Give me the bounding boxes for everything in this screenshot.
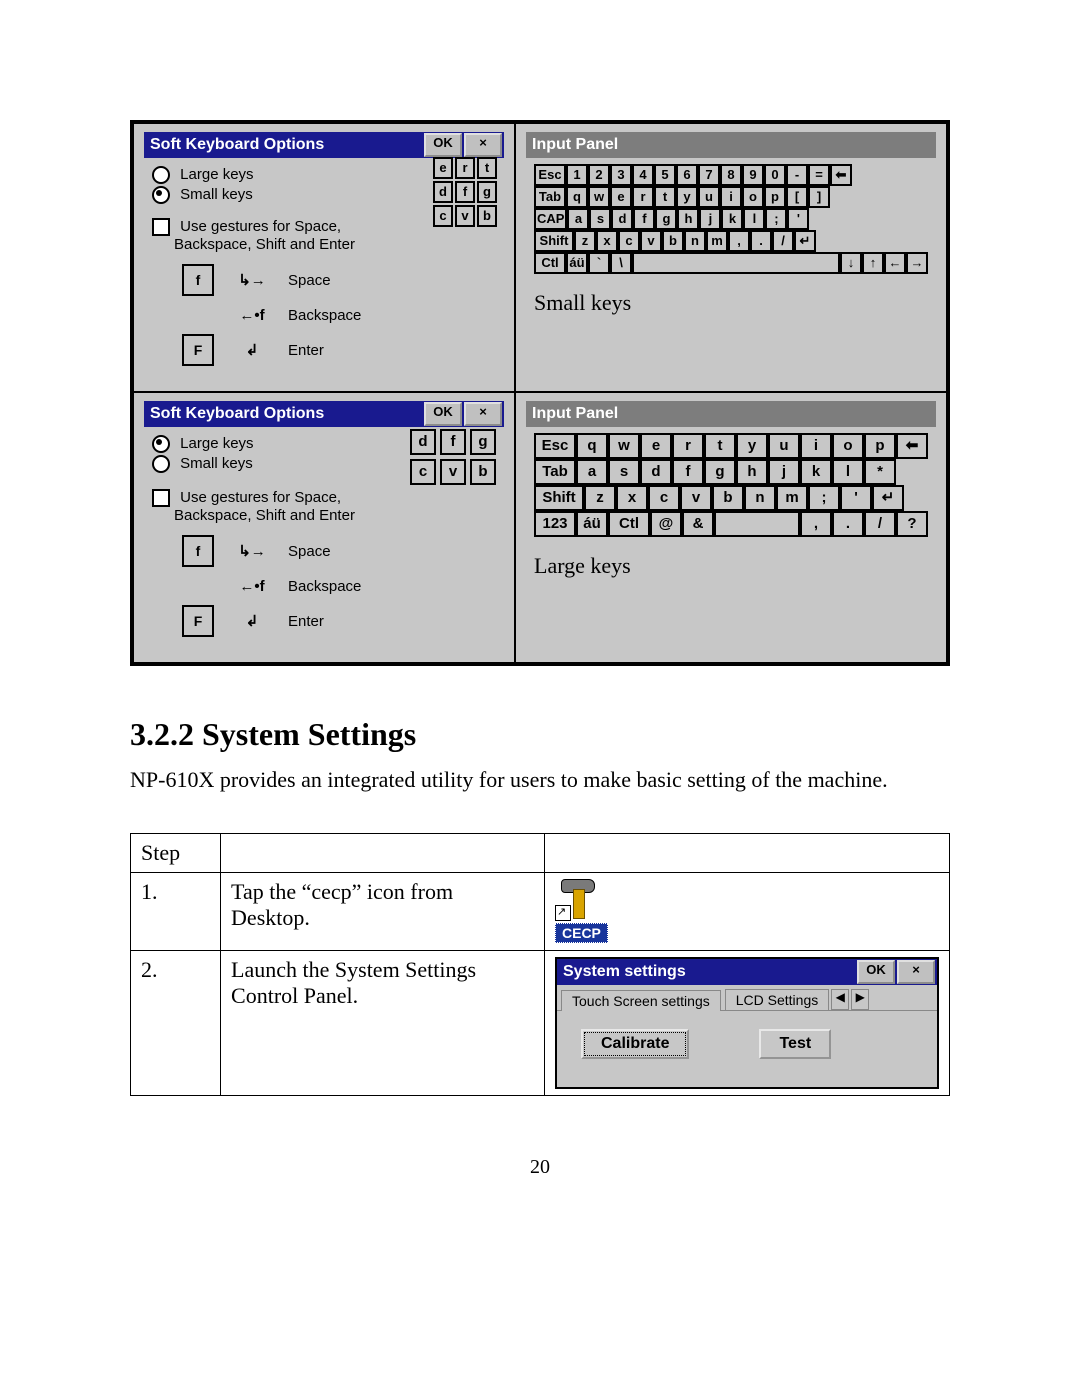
tab-strip: Touch Screen settings LCD Settings ◀ ▶ (557, 985, 937, 1011)
radio-label: Small keys (180, 186, 253, 203)
close-button[interactable]: × (464, 133, 502, 157)
system-settings-window: System settings OK × Touch Screen settin… (555, 957, 939, 1089)
enter-key[interactable]: ↵ (872, 485, 904, 511)
titlebar: System settings OK × (557, 959, 937, 985)
ok-button[interactable]: OK (424, 133, 462, 157)
checkbox-gestures[interactable]: Use gestures for Space, Backspace, Shift… (152, 489, 496, 524)
titlebar: Soft Keyboard Options OK × (144, 132, 504, 158)
gesture-label: Enter (288, 342, 324, 359)
caption-large-keys: Large keys (534, 553, 928, 579)
close-button[interactable]: × (464, 402, 502, 426)
checkbox-icon (152, 489, 170, 507)
gesture-box-f: f (182, 264, 214, 296)
checkbox-label-2: Backspace, Shift and Enter (174, 507, 355, 524)
caption-small-keys: Small keys (534, 290, 928, 316)
col-step: Step (131, 834, 221, 873)
ok-button[interactable]: OK (857, 960, 895, 984)
onscreen-keyboard-small[interactable]: Esc1234567890-=⬅ Tabqwertyuiop[] CAPasdf… (534, 164, 928, 274)
backspace-key[interactable]: ⬅ (896, 433, 928, 459)
gesture-space: f ↳→ Space (182, 535, 496, 567)
backspace-key[interactable]: ⬅ (830, 164, 852, 186)
key[interactable]: Esc (534, 164, 566, 186)
titlebar: Input Panel (526, 132, 936, 158)
gesture-arrow-icon: ↲ (232, 612, 272, 630)
tab-touch-screen[interactable]: Touch Screen settings (561, 990, 721, 1011)
input-panel-large: Input Panel Escqwertyuiop⬅ Tabasdfghjkl*… (515, 392, 947, 663)
radio-icon (152, 166, 170, 184)
gesture-box-F: F (182, 334, 214, 366)
shortcut-overlay-icon (555, 905, 571, 921)
soft-kbd-options-small: Soft Keyboard Options OK × Large keys Sm… (133, 123, 515, 392)
enter-key[interactable]: ↵ (794, 230, 816, 252)
titlebar: Input Panel (526, 401, 936, 427)
gesture-arrow-icon: ↲ (232, 341, 272, 359)
titlebar: Soft Keyboard Options OK × (144, 401, 504, 427)
close-button[interactable]: × (897, 960, 935, 984)
radio-icon (152, 455, 170, 473)
radio-icon (152, 435, 170, 453)
radio-label: Large keys (180, 166, 253, 183)
gesture-label: Space (288, 272, 331, 289)
step-number: 1. (131, 873, 221, 951)
checkbox-label: Use gestures for Space, (180, 489, 341, 506)
window-title: Input Panel (532, 405, 618, 423)
gesture-shift: F ↲ Enter (182, 334, 496, 366)
space-key[interactable] (632, 252, 840, 274)
gesture-arrow-icon: ←•f (232, 307, 272, 324)
gesture-backspace: ←•f Backspace (182, 299, 496, 331)
cecp-desktop-icon[interactable]: CECP (555, 879, 608, 943)
keyboard-figure: Soft Keyboard Options OK × Large keys Sm… (130, 120, 950, 666)
step-desc: Launch the System Settings Control Panel… (221, 951, 545, 1096)
window-title: Input Panel (532, 136, 618, 154)
section-paragraph: NP-610X provides an integrated utility f… (130, 767, 950, 793)
step-number: 2. (131, 951, 221, 1096)
checkbox-label-2: Backspace, Shift and Enter (174, 236, 355, 253)
radio-icon (152, 186, 170, 204)
table-row: 1. Tap the “cecp” icon from Desktop. CEC… (131, 873, 950, 951)
ok-button[interactable]: OK (424, 402, 462, 426)
hammer-icon (555, 879, 597, 921)
radio-label: Large keys (180, 435, 253, 452)
gesture-label: Backspace (288, 307, 361, 324)
steps-table: Step 1. Tap the “cecp” icon from Desktop… (130, 833, 950, 1096)
gesture-arrow-icon: ←•f (232, 578, 272, 595)
gesture-arrow-icon: ↳→ (232, 542, 272, 560)
window-title: Soft Keyboard Options (150, 136, 324, 154)
checkbox-icon (152, 218, 170, 236)
test-button[interactable]: Test (759, 1029, 831, 1059)
onscreen-keyboard-large[interactable]: Escqwertyuiop⬅ Tabasdfghjkl* Shiftzxcvbn… (534, 433, 928, 537)
gesture-shift: F ↲ Enter (182, 605, 496, 637)
step-desc: Tap the “cecp” icon from Desktop. (221, 873, 545, 951)
table-row: 2. Launch the System Settings Control Pa… (131, 951, 950, 1096)
gesture-backspace: ←•f Backspace (182, 570, 496, 602)
calibrate-button[interactable]: Calibrate (581, 1029, 689, 1059)
gesture-arrow-icon: ↳→ (232, 271, 272, 289)
window-title: Soft Keyboard Options (150, 405, 324, 423)
sample-key: e (433, 157, 453, 179)
tab-lcd-settings[interactable]: LCD Settings (725, 989, 829, 1010)
section-heading: 3.2.2 System Settings (130, 716, 950, 753)
soft-kbd-options-large: Soft Keyboard Options OK × Large keys Sm… (133, 392, 515, 663)
checkbox-label: Use gestures for Space, (180, 218, 341, 235)
radio-label: Small keys (180, 455, 253, 472)
table-header-row: Step (131, 834, 950, 873)
cecp-label: CECP (555, 923, 608, 943)
window-title: System settings (563, 963, 686, 981)
tab-scroll-right-icon[interactable]: ▶ (851, 989, 869, 1010)
input-panel-small: Input Panel Esc1234567890-=⬅ Tabqwertyui… (515, 123, 947, 392)
tab-scroll-left-icon[interactable]: ◀ (831, 989, 849, 1010)
gesture-space: f ↳→ Space (182, 264, 496, 296)
page-number: 20 (130, 1156, 950, 1179)
space-key[interactable] (714, 511, 800, 537)
